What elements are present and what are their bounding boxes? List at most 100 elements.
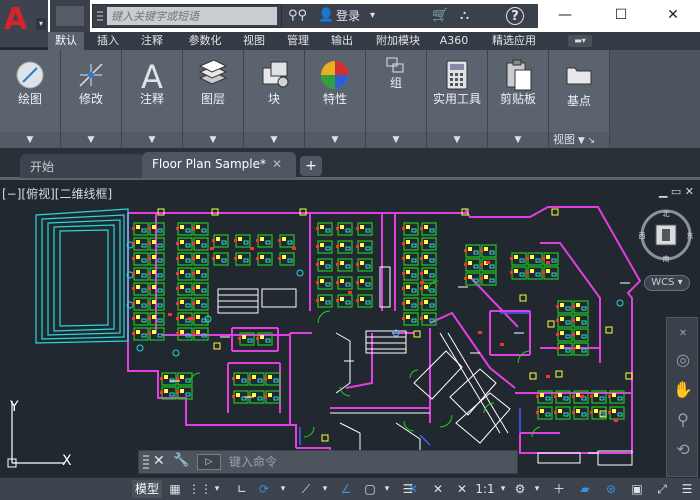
viewport-window-controls[interactable]: ▁ ▭ ✕	[659, 185, 694, 198]
ribbon-panel-clipboard[interactable]: 剪贴板 ▼	[488, 50, 549, 148]
ribbon-panel-utilities[interactable]: 实用工具 ▼	[427, 50, 488, 148]
marker	[176, 332, 179, 335]
marker	[132, 332, 135, 335]
chevron-down-icon[interactable]: ▼	[366, 132, 426, 148]
viewcube[interactable]: 北 南 东 西	[638, 207, 694, 263]
chevron-down-icon[interactable]: ▾	[276, 480, 290, 498]
orbit-icon[interactable]: ⟲	[671, 438, 695, 462]
snap-icon[interactable]: ⋮⋮	[188, 480, 212, 498]
ribbon-panel-layers[interactable]: 图层 ▼	[183, 50, 244, 148]
polar-icon[interactable]: ⟳	[254, 480, 274, 498]
viewcube-south-label[interactable]: 南	[663, 254, 670, 263]
chevron-down-icon[interactable]: ▼	[305, 132, 365, 148]
ortho-icon[interactable]: ∟	[232, 480, 252, 498]
cart-icon[interactable]: 🛒	[432, 7, 448, 25]
tab-floor-plan[interactable]: Floor Plan Sample* ✕	[142, 152, 296, 178]
close-button[interactable]: ✕	[648, 0, 698, 32]
ribbon-panel-block[interactable]: 块 ▼	[244, 50, 305, 148]
app-menu-button[interactable]: A ▾	[0, 0, 48, 48]
chevron-down-icon[interactable]: ▾	[530, 480, 544, 498]
chevron-down-icon[interactable]: ▼	[183, 132, 243, 148]
minimize-button[interactable]: —	[540, 0, 590, 32]
viewport-controls-label[interactable]: [−][俯视][二维线框]	[2, 185, 112, 202]
ribbon-panel-view[interactable]: 基点 视图 ▼ ↘	[549, 50, 610, 148]
ribbon-panel-annotation[interactable]: A 注释 ▼	[122, 50, 183, 148]
chair	[406, 255, 410, 259]
prompt-icon[interactable]: ▷	[197, 454, 221, 470]
wrench-icon[interactable]: 🔧	[173, 453, 189, 468]
customize-menu-icon[interactable]: ☰	[676, 480, 698, 498]
search-input[interactable]	[107, 7, 277, 25]
grip-icon[interactable]	[143, 455, 149, 471]
zoom-icon[interactable]: ⚲	[671, 408, 695, 432]
chevron-down-icon[interactable]: ▼	[244, 132, 304, 148]
gear-icon[interactable]: ⚙	[510, 480, 530, 498]
object-snap-icon[interactable]: ▢	[360, 480, 380, 498]
chevron-down-icon[interactable]: ▾	[318, 480, 332, 498]
grid-icon[interactable]: ▦	[166, 480, 184, 498]
new-tab-button[interactable]: +	[300, 156, 322, 176]
tab-a360[interactable]: A360	[434, 32, 474, 50]
model-space-button[interactable]: 模型	[132, 480, 162, 498]
tab-output[interactable]: 输出	[324, 32, 360, 50]
annotation-scale-icon[interactable]: ✕	[402, 480, 424, 498]
steering-wheel-icon[interactable]: ◎	[671, 348, 695, 372]
tab-view[interactable]: 视图	[236, 32, 272, 50]
tab-manage[interactable]: 管理	[280, 32, 316, 50]
chevron-down-icon[interactable]: ▾	[496, 480, 510, 498]
annotation-visibility-icon[interactable]: ✕	[428, 480, 448, 498]
close-icon[interactable]: ✕	[153, 453, 165, 469]
tab-insert[interactable]: 插入	[88, 32, 128, 50]
user-icon[interactable]: 👤	[318, 7, 334, 25]
ribbon-panel-draw[interactable]: 绘图 ▼	[0, 50, 61, 148]
pan-icon[interactable]: ✋	[671, 378, 695, 402]
wcs-dropdown[interactable]: WCS ▾	[644, 275, 690, 291]
chevron-down-icon[interactable]: ▼	[0, 132, 60, 148]
quick-access-toolbar[interactable]	[50, 0, 90, 32]
chevron-down-icon[interactable]: ▼	[488, 132, 548, 148]
isolate-icon[interactable]: ▰	[574, 480, 596, 498]
tab-annotate[interactable]: 注释	[132, 32, 172, 50]
isodraft-icon[interactable]: ⟋	[296, 480, 316, 498]
command-input[interactable]	[229, 453, 509, 471]
exchange-icon[interactable]: ⛬	[460, 7, 469, 25]
plus-icon[interactable]: ＋	[548, 480, 570, 498]
drawing-area[interactable]: [−][俯视][二维线框] ▁ ▭ ✕ 北 南 东 西 WCS ▾ ✕ ◎ ✋ …	[0, 183, 700, 477]
auto-scale-icon[interactable]: ✕	[452, 480, 472, 498]
ribbon-panel-group[interactable]: 组 ▼	[366, 50, 427, 148]
tab-parametric[interactable]: 参数化	[178, 32, 232, 50]
close-icon[interactable]: ✕	[671, 322, 695, 346]
fullscreen-icon[interactable]: ⤢	[652, 480, 672, 498]
tab-start[interactable]: 开始	[20, 154, 144, 178]
viewcube-west-label[interactable]: 西	[639, 232, 646, 240]
chevron-down-icon[interactable]: ▼	[122, 132, 182, 148]
help-button[interactable]: ?	[506, 7, 524, 25]
chevron-down-icon[interactable]: ▼	[427, 132, 487, 148]
chevron-down-icon[interactable]: ▾	[210, 480, 224, 498]
chevron-down-icon[interactable]: ▼	[61, 132, 121, 148]
panel-label: 实用工具	[432, 92, 481, 106]
tab-featured-apps[interactable]: 精选应用	[482, 32, 546, 50]
maximize-button[interactable]: ☐	[596, 0, 646, 32]
marker	[536, 395, 539, 398]
chevron-down-icon[interactable]: ▾	[380, 480, 394, 498]
tab-addins[interactable]: 附加模块	[368, 32, 428, 50]
object-snap-tracking-icon[interactable]: ∠	[336, 480, 356, 498]
chair	[360, 297, 364, 301]
annotation-scale-value[interactable]: 1:1	[474, 480, 496, 498]
login-button[interactable]: 登录	[336, 7, 360, 25]
quick-access-button[interactable]	[56, 6, 84, 26]
hardware-acceleration-icon[interactable]: ⊛	[600, 480, 622, 498]
ribbon-toggle-button[interactable]: ▬▾	[568, 35, 592, 47]
ribbon-panel-modify[interactable]: 修改 ▼	[61, 50, 122, 148]
ribbon-panel-properties[interactable]: 特性 ▼	[305, 50, 366, 148]
view-footer[interactable]: 视图 ▼ ↘	[549, 132, 609, 148]
binoculars-icon[interactable]: ⚲⚲	[288, 7, 307, 25]
viewcube-east-label[interactable]: 东	[687, 231, 694, 240]
viewcube-north-label[interactable]: 北	[663, 210, 670, 218]
clean-screen-icon[interactable]: ▣	[626, 480, 648, 498]
close-icon[interactable]: ✕	[272, 157, 282, 171]
tab-default[interactable]: 默认	[48, 32, 84, 50]
chevron-down-icon[interactable]: ▾	[370, 7, 375, 25]
chair	[340, 279, 344, 283]
